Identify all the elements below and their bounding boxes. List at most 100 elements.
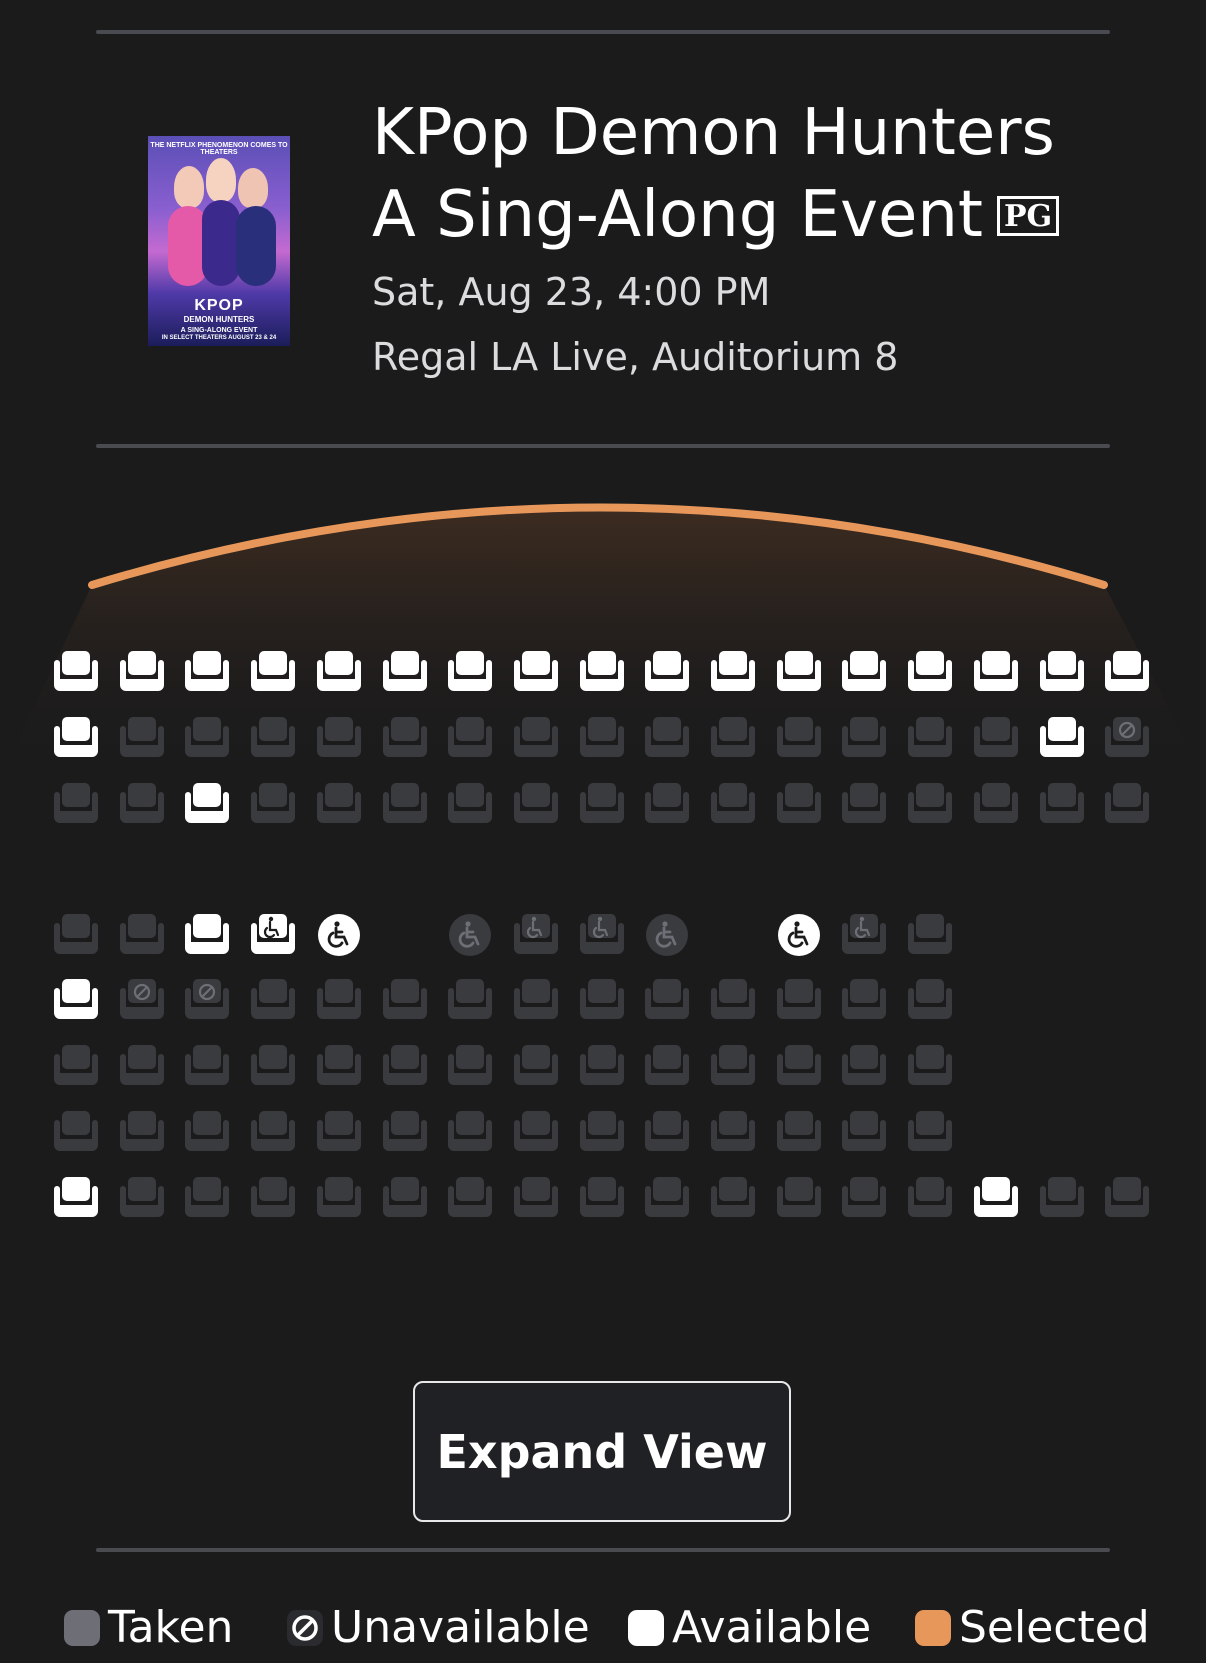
legend-label: Taken bbox=[108, 1602, 234, 1653]
seat-available[interactable] bbox=[972, 651, 1020, 693]
seat-available[interactable] bbox=[512, 651, 560, 693]
seat-companion-taken bbox=[512, 914, 560, 956]
seat-taken bbox=[315, 717, 363, 759]
expand-view-button[interactable]: Expand View bbox=[413, 1381, 791, 1522]
seat-taken bbox=[906, 1045, 954, 1087]
seat-taken bbox=[906, 914, 954, 956]
wheelchair-seat-icon[interactable] bbox=[775, 914, 823, 956]
seat-available[interactable] bbox=[183, 651, 231, 693]
seat-taken bbox=[381, 1177, 429, 1219]
seat-taken bbox=[643, 1111, 691, 1153]
unavailable-swatch-icon bbox=[287, 1609, 323, 1646]
seat-taken bbox=[906, 1177, 954, 1219]
seat-taken bbox=[183, 1045, 231, 1087]
seat-taken bbox=[709, 1045, 757, 1087]
seat-taken bbox=[578, 783, 626, 825]
rating-badge: PG bbox=[997, 196, 1060, 236]
seat-available[interactable] bbox=[118, 651, 166, 693]
seat-taken bbox=[249, 1111, 297, 1153]
legend-unavailable: Unavailable bbox=[287, 1602, 590, 1653]
seat-taken bbox=[709, 1177, 757, 1219]
poster-tagline: A SING-ALONG EVENT bbox=[180, 327, 258, 334]
seat-taken bbox=[52, 1111, 100, 1153]
wheelchair-seat-icon[interactable] bbox=[315, 914, 363, 956]
seat-available[interactable] bbox=[52, 651, 100, 693]
legend-label: Unavailable bbox=[331, 1602, 590, 1653]
legend-label: Available bbox=[672, 1602, 872, 1653]
legend-label: Selected bbox=[959, 1602, 1150, 1653]
seat-available[interactable] bbox=[52, 717, 100, 759]
seat-taken bbox=[315, 1111, 363, 1153]
poster-dates: IN SELECT THEATERS AUGUST 23 & 24 bbox=[161, 335, 277, 341]
seat-taken bbox=[512, 1111, 560, 1153]
seat-available[interactable] bbox=[1038, 717, 1086, 759]
seat-taken bbox=[315, 1045, 363, 1087]
seat-taken bbox=[446, 1111, 494, 1153]
seat-companion-taken bbox=[840, 914, 888, 956]
seat-unavailable bbox=[1103, 717, 1151, 759]
seat-taken bbox=[1103, 1177, 1151, 1219]
seat-taken bbox=[512, 1177, 560, 1219]
header-divider bbox=[96, 444, 1110, 448]
seat-available[interactable] bbox=[578, 651, 626, 693]
seat-taken bbox=[512, 717, 560, 759]
seat-available[interactable] bbox=[315, 651, 363, 693]
seat-taken bbox=[118, 1177, 166, 1219]
seat-available[interactable] bbox=[906, 651, 954, 693]
seat-taken bbox=[381, 1111, 429, 1153]
seat-companion-available[interactable] bbox=[249, 914, 297, 956]
seat-taken bbox=[775, 1177, 823, 1219]
seat-taken bbox=[118, 783, 166, 825]
seat-available[interactable] bbox=[840, 651, 888, 693]
seat-available[interactable] bbox=[1038, 651, 1086, 693]
seat-taken bbox=[775, 1045, 823, 1087]
seat-available[interactable] bbox=[709, 651, 757, 693]
wheelchair-seat-icon bbox=[446, 914, 494, 956]
poster-subtitle: DEMON HUNTERS bbox=[183, 315, 255, 324]
seat-taken bbox=[972, 717, 1020, 759]
seat-available[interactable] bbox=[381, 651, 429, 693]
seat-taken bbox=[118, 1045, 166, 1087]
seat-taken bbox=[118, 1111, 166, 1153]
seat-taken bbox=[578, 1111, 626, 1153]
seat-available[interactable] bbox=[972, 1177, 1020, 1219]
seat-taken bbox=[512, 1045, 560, 1087]
seat-taken bbox=[709, 979, 757, 1021]
seat-available[interactable] bbox=[183, 914, 231, 956]
seat-taken bbox=[643, 783, 691, 825]
seat-taken bbox=[906, 717, 954, 759]
legend-selected: Selected bbox=[915, 1602, 1150, 1653]
seat-taken bbox=[1038, 783, 1086, 825]
wheelchair-seat-icon bbox=[643, 914, 691, 956]
showtime: Sat, Aug 23, 4:00 PM bbox=[372, 270, 771, 314]
seat-companion-taken bbox=[578, 914, 626, 956]
taken-swatch-icon bbox=[64, 1609, 100, 1646]
seat-available[interactable] bbox=[183, 783, 231, 825]
seat-legend: Taken Unavailable Available Selected bbox=[0, 1602, 1206, 1663]
seat-taken bbox=[643, 717, 691, 759]
seat-available[interactable] bbox=[52, 1177, 100, 1219]
seat-taken bbox=[446, 1177, 494, 1219]
seat-taken bbox=[578, 717, 626, 759]
seat-taken bbox=[840, 979, 888, 1021]
seat-available[interactable] bbox=[249, 651, 297, 693]
seat-taken bbox=[381, 783, 429, 825]
seat-taken bbox=[775, 979, 823, 1021]
seat-available[interactable] bbox=[775, 651, 823, 693]
seat-available[interactable] bbox=[643, 651, 691, 693]
seat-taken bbox=[709, 1111, 757, 1153]
legend-taken: Taken bbox=[64, 1602, 233, 1653]
seat-taken bbox=[315, 979, 363, 1021]
movie-title: KPop Demon Hunters A Sing-Along Event PG bbox=[372, 92, 1112, 256]
seat-taken bbox=[512, 979, 560, 1021]
seat-available[interactable] bbox=[1103, 651, 1151, 693]
seat-taken bbox=[840, 717, 888, 759]
legend-available: Available bbox=[628, 1602, 871, 1653]
seat-taken bbox=[578, 1045, 626, 1087]
seat-taken bbox=[381, 717, 429, 759]
seat-available[interactable] bbox=[446, 651, 494, 693]
seat-taken bbox=[972, 783, 1020, 825]
seat-available[interactable] bbox=[52, 979, 100, 1021]
selected-swatch-icon bbox=[915, 1609, 951, 1646]
seat-taken bbox=[249, 979, 297, 1021]
